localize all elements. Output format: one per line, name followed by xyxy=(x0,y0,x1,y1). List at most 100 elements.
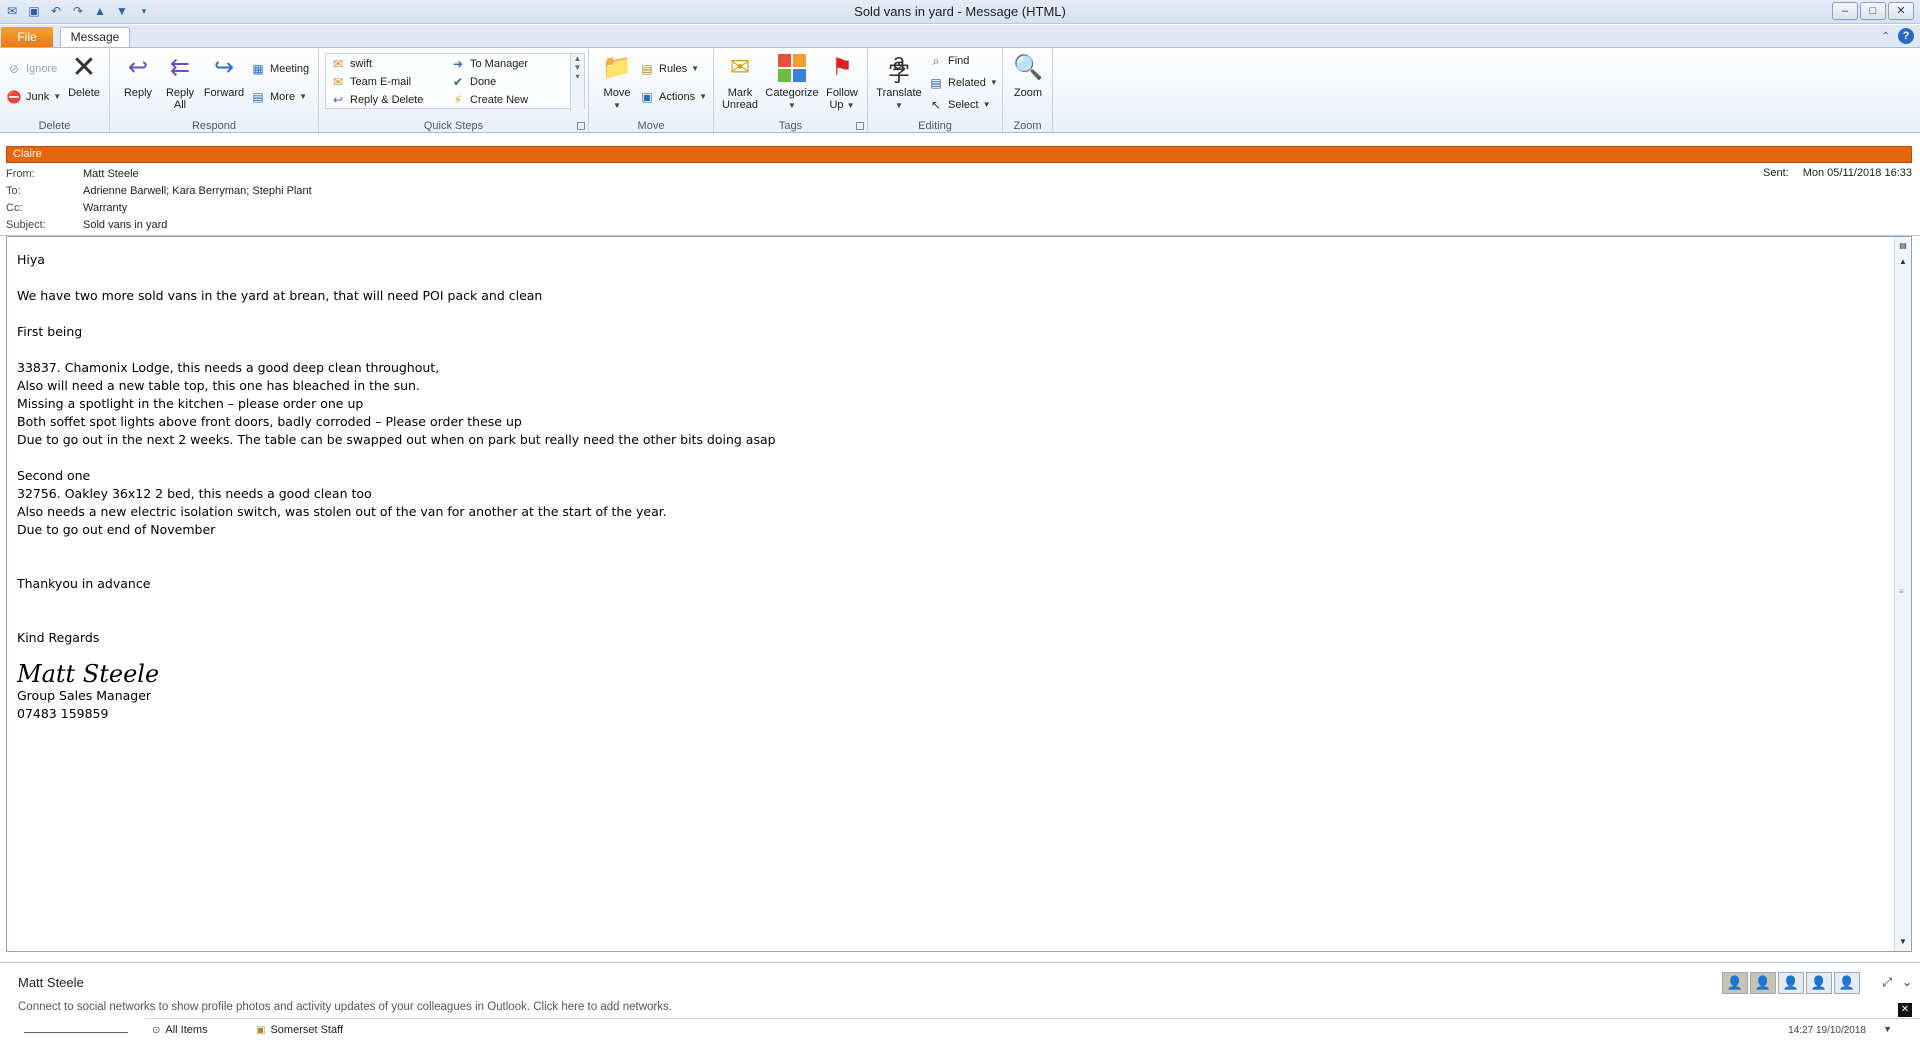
move-button[interactable]: 📁 Move ▼ xyxy=(593,52,641,112)
chevron-down-icon[interactable]: ▼ xyxy=(1883,1024,1892,1034)
follow-up-label-2: Up xyxy=(829,99,844,111)
people-pane-controls: ⤢ ⌄ xyxy=(1882,975,1912,990)
avatar[interactable]: 👤 xyxy=(1722,972,1748,994)
forward-icon: ↪ xyxy=(213,54,235,81)
cc-label: Cc: xyxy=(6,202,23,214)
reply-button[interactable]: ↩ Reply xyxy=(114,52,162,100)
mini-translator-icon[interactable]: ▤ xyxy=(1896,239,1910,253)
to-row: To: Adrienne Barwell; Kara Berryman; Ste… xyxy=(6,183,312,199)
all-items-tab[interactable]: ⊙ All Items xyxy=(152,1024,208,1036)
forward-button[interactable]: ↪ Forward xyxy=(200,52,248,100)
scroll-down-arrow-icon[interactable]: ▼ xyxy=(1896,935,1910,949)
quick-steps-dialog-launcher[interactable] xyxy=(577,122,585,130)
scroll-up-arrow-icon[interactable]: ▲ xyxy=(1896,255,1910,269)
help-icon[interactable]: ? xyxy=(1898,28,1914,44)
ignore-label: Ignore xyxy=(26,63,58,75)
more-label: More xyxy=(270,91,296,103)
body-line: Missing a spotlight in the kitchen – ple… xyxy=(17,396,364,411)
maximize-button[interactable]: □ xyxy=(1860,2,1886,20)
move-folder-icon: 📁 xyxy=(602,54,632,81)
quickstep-swift[interactable]: ✉ swift xyxy=(330,55,372,73)
close-button[interactable]: ✕ xyxy=(1888,2,1914,20)
categorize-button[interactable]: Categorize ▼ xyxy=(764,52,820,112)
body-line: First being xyxy=(17,324,83,339)
body-text: Hiya We have two more sold vans in the y… xyxy=(17,251,1877,723)
rules-label: Rules xyxy=(659,63,688,75)
quickstep-to-manager[interactable]: ➜ To Manager xyxy=(450,55,528,73)
reply-icon: ↩ xyxy=(127,54,149,81)
category-infobar[interactable]: Claire xyxy=(6,146,1912,163)
quickstep-create-new[interactable]: ⚡ Create New xyxy=(450,91,528,109)
rules-button[interactable]: ▤ Rules ▼ xyxy=(639,60,699,78)
reply-all-icon: ⇇ xyxy=(169,54,191,81)
subject-value: Sold vans in yard xyxy=(83,219,168,231)
quickstep-team-email-label: Team E-mail xyxy=(350,76,412,88)
social-connector-message[interactable]: Connect to social networks to show profi… xyxy=(18,1001,672,1013)
somerset-staff-item[interactable]: ▣ Somerset Staff xyxy=(256,1024,343,1036)
meeting-button[interactable]: ▦ Meeting xyxy=(250,60,309,78)
close-icon[interactable]: ✕ xyxy=(1898,1003,1912,1017)
chevron-down-icon: ▼ xyxy=(299,92,307,101)
quickstep-done[interactable]: ✔ Done xyxy=(450,73,496,91)
reply-all-label-1: Reply xyxy=(165,87,195,99)
quick-steps-scroll[interactable]: ▲ ▼ ▾ xyxy=(570,54,584,110)
people-pane-name[interactable]: Matt Steele xyxy=(18,975,84,990)
cc-row: Cc: Warranty xyxy=(6,200,127,216)
avatar[interactable]: 👤 xyxy=(1806,972,1832,994)
body-line: 32756. Oakley 36x12 2 bed, this needs a … xyxy=(17,486,372,501)
ribbon: ⊘ Ignore ⛔ Junk ▼ ✕ Delete Delete ↩ Repl… xyxy=(0,47,1920,134)
find-button[interactable]: ⌕ Find xyxy=(928,52,970,70)
tab-file[interactable]: File xyxy=(1,27,53,47)
avatar[interactable]: 👤 xyxy=(1778,972,1804,994)
delete-button[interactable]: ✕ Delete xyxy=(60,51,108,100)
ignore-button[interactable]: ⊘ Ignore xyxy=(6,60,57,78)
more-respond-icon: ▤ xyxy=(252,90,264,104)
reply-all-button[interactable]: ⇇ Reply All xyxy=(156,52,204,112)
quickstep-done-label: Done xyxy=(470,76,497,88)
quickstep-team-email[interactable]: ✉ Team E-mail xyxy=(330,73,411,91)
delete-group: ⊘ Ignore ⛔ Junk ▼ ✕ Delete Delete xyxy=(0,48,110,134)
related-button[interactable]: ▤ Related ▼ xyxy=(928,74,998,92)
binoculars-icon: ⌕ xyxy=(932,54,940,68)
reply-delete-icon: ↩ xyxy=(332,93,344,107)
avatar-strip: 👤 👤 👤 👤 👤 xyxy=(1722,972,1860,994)
checkmark-icon: ✔ xyxy=(452,75,464,89)
quickstep-create-new-label: Create New xyxy=(470,94,529,106)
to-value[interactable]: Adrienne Barwell; Kara Berryman; Stephi … xyxy=(83,183,312,199)
delete-x-icon: ✕ xyxy=(71,51,97,84)
follow-up-button[interactable]: ⚑ Follow Up ▼ xyxy=(818,52,866,112)
mark-unread-button[interactable]: ✉ Mark Unread xyxy=(716,52,764,112)
envelope-arrow-icon: ✉ xyxy=(332,57,344,71)
translate-button[interactable]: a字 Translate ▼ xyxy=(874,51,924,112)
move-group-label: Move xyxy=(637,120,665,132)
reply-all-label-2: All xyxy=(173,99,187,111)
minimize-ribbon-icon[interactable]: ⌃ xyxy=(1882,31,1890,42)
more-button[interactable]: ▤ More ▼ xyxy=(250,88,307,106)
tags-dialog-launcher[interactable] xyxy=(856,122,864,130)
actions-button[interactable]: ▣ Actions ▼ xyxy=(639,88,707,106)
avatar[interactable]: 👤 xyxy=(1750,972,1776,994)
from-value[interactable]: Matt Steele xyxy=(83,166,139,182)
select-button[interactable]: ↖ Select ▼ xyxy=(928,96,991,114)
body-line: Kind Regards xyxy=(17,630,100,645)
title-bar: ✉ ▣ ↶ ↷ ▲ ▼ ▾ Sold vans in yard - Messag… xyxy=(0,0,1920,24)
minimize-button[interactable]: – xyxy=(1832,2,1858,20)
quickstep-reply-delete[interactable]: ↩ Reply & Delete xyxy=(330,91,423,109)
delete-label: Delete xyxy=(68,87,100,99)
chevron-down-icon[interactable]: ⌄ xyxy=(1902,975,1912,990)
body-line xyxy=(17,593,1877,611)
junk-button[interactable]: ⛔ Junk ▼ xyxy=(6,88,62,106)
subject-label: Subject: xyxy=(6,219,46,231)
body-line xyxy=(17,341,1877,359)
avatar[interactable]: 👤 xyxy=(1834,972,1860,994)
message-body[interactable]: Hiya We have two more sold vans in the y… xyxy=(6,236,1912,952)
timestamp: 14:27 19/10/2018 xyxy=(1788,1025,1866,1036)
tab-message[interactable]: Message xyxy=(60,27,130,48)
body-line xyxy=(17,557,1877,575)
expand-icon[interactable]: ⤢ xyxy=(1882,975,1892,990)
vertical-scrollbar[interactable]: ▤ ▲ ≡ ▼ xyxy=(1894,237,1911,951)
zoom-button[interactable]: 🔍 Zoom xyxy=(1004,52,1052,100)
cc-value[interactable]: Warranty xyxy=(83,200,127,216)
scroll-grip-icon[interactable]: ≡ xyxy=(1899,587,1907,596)
body-line xyxy=(17,305,1877,323)
